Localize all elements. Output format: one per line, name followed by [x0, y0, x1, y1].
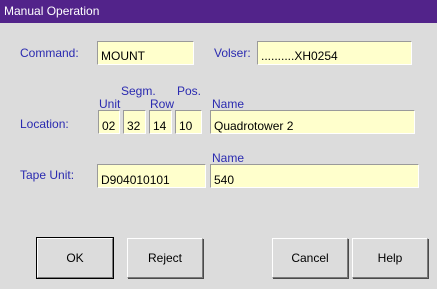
row-field[interactable]: 14 [149, 110, 172, 134]
unit-field[interactable]: 02 [98, 110, 120, 134]
reject-button[interactable]: Reject [127, 238, 203, 278]
unit-header: Unit [99, 97, 121, 111]
tape-unit-label: Tape Unit: [20, 168, 75, 182]
location-name-field[interactable]: Quadrotower 2 [210, 110, 415, 134]
volser-label: Volser: [214, 46, 251, 60]
tape-name-header: Name [212, 151, 245, 165]
location-name-header: Name [212, 97, 245, 111]
command-field[interactable]: MOUNT [97, 41, 194, 65]
segm-field[interactable]: 32 [123, 110, 146, 134]
manual-operation-dialog: Command: MOUNT Volser: ..........XH0254 … [0, 23, 437, 289]
segm-header: Segm. [121, 84, 156, 98]
help-button[interactable]: Help [352, 238, 428, 278]
ok-button[interactable]: OK [36, 237, 114, 279]
row-header: Row [150, 97, 175, 111]
pos-field[interactable]: 10 [175, 110, 202, 134]
tape-unit-name-field[interactable]: 540 [210, 164, 419, 188]
window-title-bar: Manual Operation [0, 0, 437, 23]
command-label: Command: [20, 46, 79, 60]
location-label: Location: [20, 117, 69, 131]
cancel-button[interactable]: Cancel [272, 238, 348, 278]
tape-unit-field[interactable]: D904010101 [97, 164, 206, 188]
window-title: Manual Operation [4, 4, 100, 18]
volser-field[interactable]: ..........XH0254 [257, 41, 412, 65]
pos-header: Pos. [177, 84, 202, 98]
